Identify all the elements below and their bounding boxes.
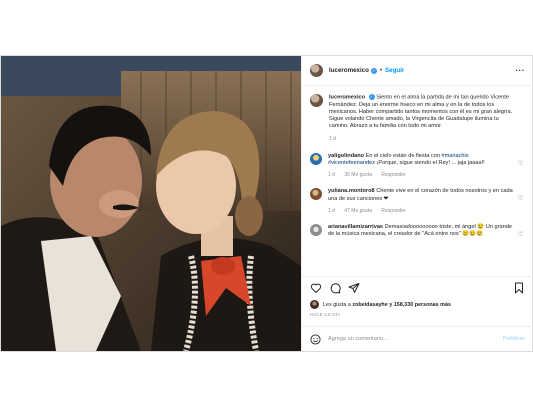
commenter-username[interactable]: yaligolindano: [328, 153, 364, 159]
author-username[interactable]: luceromexico: [329, 67, 369, 74]
heart-icon[interactable]: [310, 282, 322, 294]
follow-button[interactable]: Seguir: [385, 67, 404, 74]
caption-meta: 1 d: [329, 136, 514, 143]
comment-like-heart-icon[interactable]: ♡: [518, 195, 523, 202]
verified-badge-icon: ✓: [370, 67, 377, 74]
separator-dot: •: [379, 67, 383, 74]
comment-body: arianavillamizarrivas Demasiadooooooooo …: [328, 224, 513, 238]
comment-age[interactable]: 1 d: [328, 208, 335, 214]
post-actions-bar: [302, 276, 533, 298]
comment-meta: 1 d 47 Me gusta Responder: [328, 208, 513, 215]
comment-text-after: ¡Porque, sigue siendo el Rey! ... jaja j…: [374, 159, 485, 166]
caption: luceromexico ✓ Siento en el alma la part…: [310, 94, 525, 143]
comment-like-heart-icon[interactable]: ♡: [518, 160, 523, 167]
post-side-panel: luceromexico ✓ • Seguir ··· luceromexico…: [301, 56, 533, 351]
comment-likes[interactable]: 36 Me gusta: [344, 172, 372, 178]
instagram-post: luceromexico ✓ • Seguir ··· luceromexico…: [0, 55, 533, 352]
commenter-username[interactable]: arianavillamizarrivas: [328, 224, 383, 230]
share-icon[interactable]: [348, 282, 360, 294]
author-avatar[interactable]: [310, 64, 323, 77]
comment-age[interactable]: 1 d: [328, 172, 335, 178]
likes-summary: Les gusta a zobeidasayhe y 158,330 perso…: [310, 300, 451, 309]
bookmark-icon[interactable]: [513, 282, 525, 294]
comment-meta: 1 d 36 Me gusta Responder: [328, 172, 513, 179]
comment-like-heart-icon[interactable]: ♡: [518, 231, 523, 238]
comment-item: yuliana.montoro8 Chente vive en el coraz…: [310, 188, 525, 215]
likes-suffix[interactable]: y 158,330 personas más: [388, 302, 451, 308]
likes-user[interactable]: zobeidasayhe: [352, 302, 387, 308]
couple-photo-image: [1, 56, 301, 351]
caption-age[interactable]: 1 d: [329, 136, 336, 142]
post-header: luceromexico ✓ • Seguir ···: [302, 56, 533, 86]
commenter-avatar[interactable]: [310, 223, 322, 236]
post-timestamp[interactable]: HACE UN DÍA: [310, 312, 340, 317]
comment-body: yaligolindano En el cielo están de fiest…: [328, 153, 513, 180]
comment-body: yuliana.montoro8 Chente vive en el coraz…: [328, 188, 513, 215]
comments-list[interactable]: luceromexico ✓ Siento en el alma la part…: [302, 86, 533, 276]
add-comment-bar: Publicar: [302, 326, 533, 351]
comment-likes[interactable]: 47 Me gusta: [344, 208, 372, 214]
emoji-icon[interactable]: [310, 333, 321, 345]
verified-badge-icon: ✓: [368, 94, 375, 100]
comment-item: yaligolindano En el cielo están de fiest…: [310, 152, 525, 180]
caption-author[interactable]: luceromexico: [329, 94, 365, 100]
comment-icon[interactable]: [329, 282, 341, 294]
reply-button[interactable]: Responder: [381, 208, 405, 214]
post-photo[interactable]: [1, 56, 301, 351]
comment-item: arianavillamizarrivas Demasiadooooooooo …: [310, 223, 525, 238]
more-options-icon[interactable]: ···: [516, 66, 526, 75]
commenter-avatar[interactable]: [310, 188, 322, 201]
caption-body: luceromexico ✓ Siento en el alma la part…: [329, 94, 514, 143]
commenter-avatar[interactable]: [310, 152, 322, 165]
publish-button[interactable]: Publicar: [503, 336, 525, 342]
likes-text[interactable]: Les gusta a zobeidasayhe y 158,330 perso…: [323, 302, 451, 308]
commenter-username[interactable]: yuliana.montoro8: [328, 188, 375, 194]
liker-avatar[interactable]: [310, 300, 319, 309]
comment-input[interactable]: [328, 336, 488, 342]
caption-author-avatar[interactable]: [310, 94, 323, 107]
reply-button[interactable]: Responder: [381, 172, 405, 178]
comment-text-before: En el cielo están de fiesta con: [365, 152, 442, 159]
likes-prefix: Les gusta a: [323, 301, 353, 308]
